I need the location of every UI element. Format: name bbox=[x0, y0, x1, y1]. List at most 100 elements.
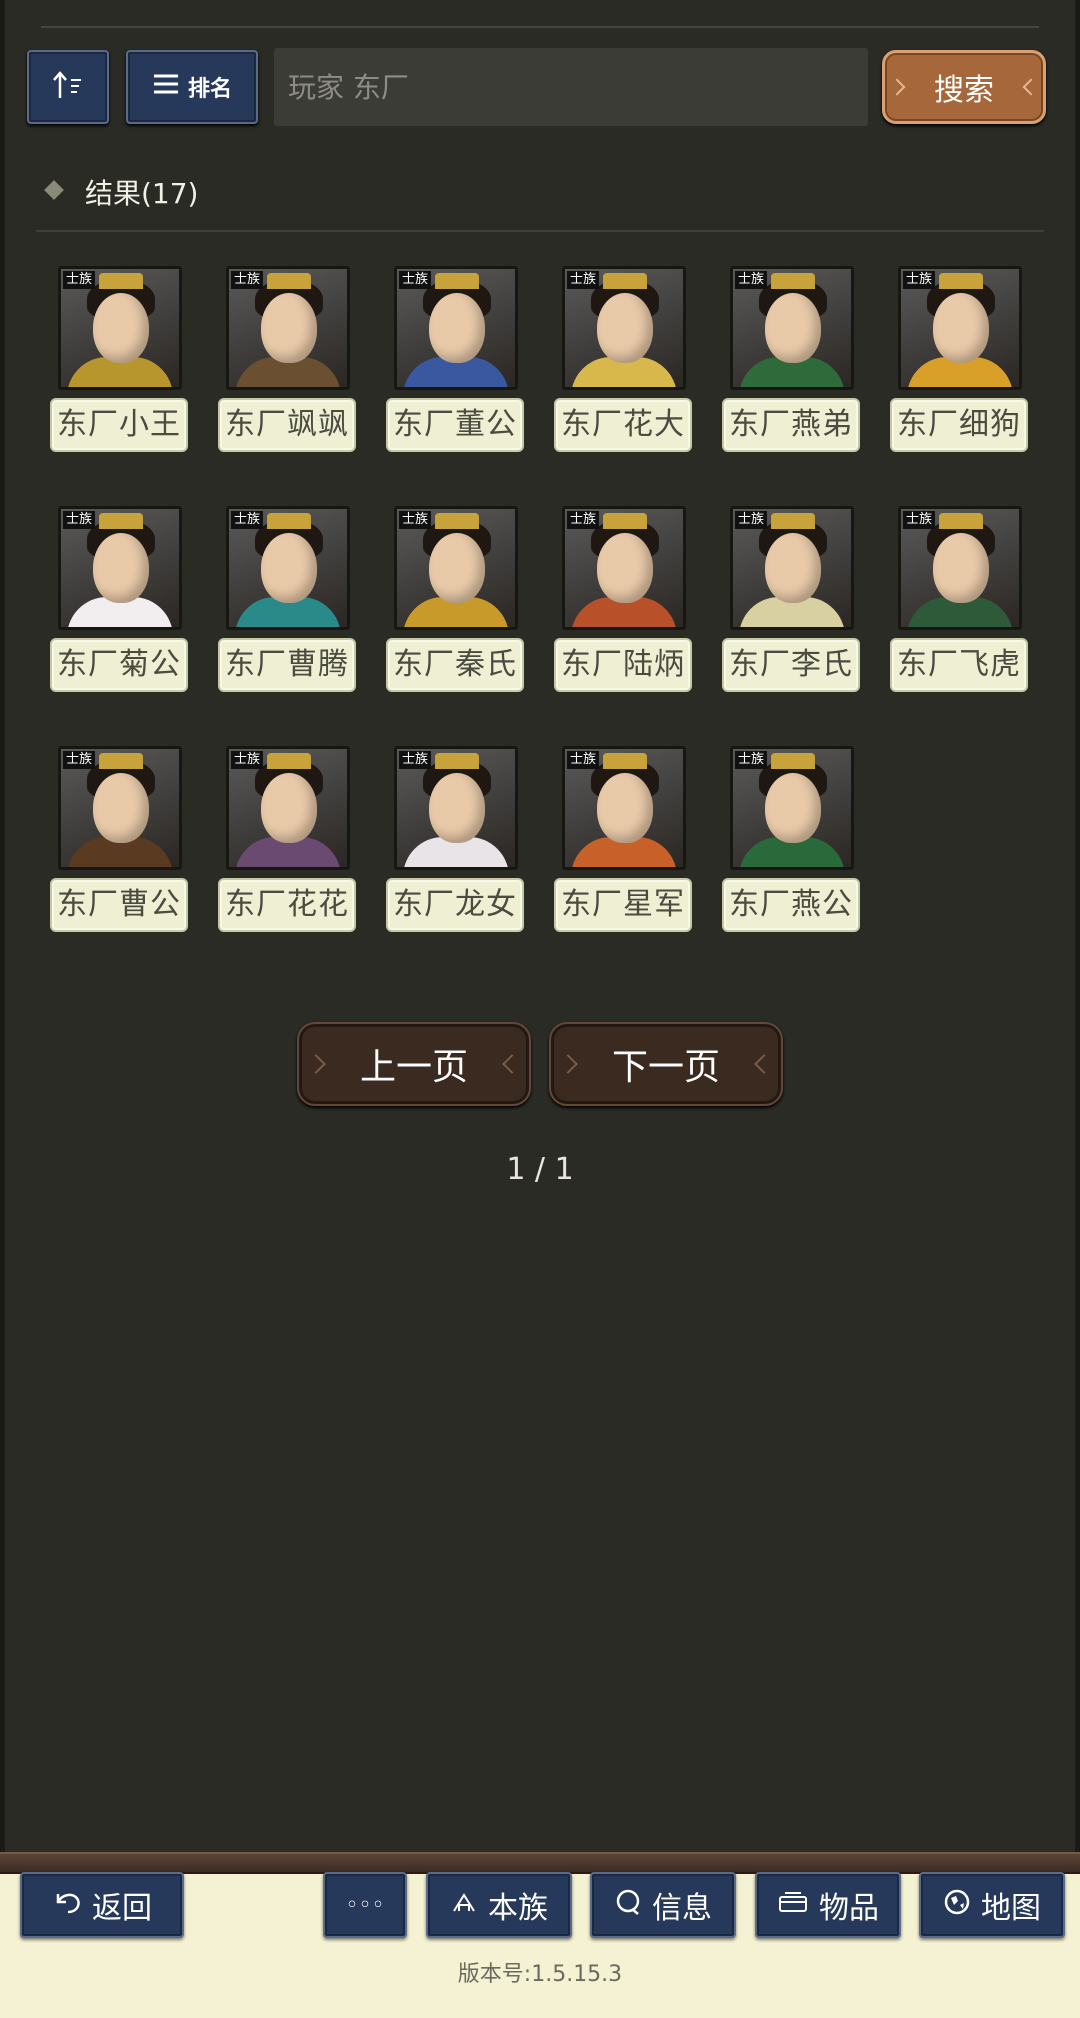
player-name[interactable]: 东厂曹腾 bbox=[218, 638, 356, 692]
player-name[interactable]: 东厂董公 bbox=[386, 398, 524, 452]
results-divider bbox=[36, 230, 1044, 232]
portrait-headdress bbox=[267, 513, 311, 529]
player-name[interactable]: 东厂秦氏 bbox=[386, 638, 524, 692]
player-portrait[interactable]: 士族 bbox=[562, 506, 686, 630]
player-name[interactable]: 东厂星军 bbox=[554, 878, 692, 932]
back-label: 返回 bbox=[92, 1891, 152, 1926]
player-portrait[interactable]: 士族 bbox=[58, 746, 182, 870]
player-name[interactable]: 东厂曹公 bbox=[50, 878, 188, 932]
portrait-face bbox=[261, 533, 317, 603]
player-card[interactable]: 士族 东厂菊公 bbox=[50, 506, 188, 692]
player-card[interactable]: 士族 东厂曹腾 bbox=[218, 506, 356, 692]
clan-icon bbox=[450, 1889, 478, 1922]
more-dots-icon: ◦◦◦ bbox=[345, 1892, 385, 1918]
player-card[interactable]: 士族 东厂小王 bbox=[50, 266, 188, 452]
player-portrait[interactable]: 士族 bbox=[226, 746, 350, 870]
clan-tag: 士族 bbox=[735, 271, 768, 289]
portrait-face bbox=[597, 773, 653, 843]
player-portrait[interactable]: 士族 bbox=[898, 266, 1022, 390]
portrait-headdress bbox=[771, 753, 815, 769]
portrait-face bbox=[597, 293, 653, 363]
info-label: 信息 bbox=[652, 1891, 712, 1926]
player-card[interactable]: 士族 东厂飒飒 bbox=[218, 266, 356, 452]
ornament-icon bbox=[502, 1054, 522, 1074]
player-portrait[interactable]: 士族 bbox=[226, 506, 350, 630]
player-portrait[interactable]: 士族 bbox=[394, 506, 518, 630]
player-name[interactable]: 东厂燕弟 bbox=[722, 398, 860, 452]
portrait-headdress bbox=[267, 753, 311, 769]
player-card[interactable]: 士族 东厂花大 bbox=[554, 266, 692, 452]
items-label: 物品 bbox=[819, 1891, 879, 1926]
clan-button[interactable]: 本族 bbox=[426, 1872, 572, 1938]
portrait-face bbox=[261, 773, 317, 843]
player-card[interactable]: 士族 东厂陆炳 bbox=[554, 506, 692, 692]
player-name[interactable]: 东厂细狗 bbox=[890, 398, 1028, 452]
player-name[interactable]: 东厂龙女 bbox=[386, 878, 524, 932]
player-name[interactable]: 东厂李氏 bbox=[722, 638, 860, 692]
portrait-face bbox=[429, 533, 485, 603]
player-portrait[interactable]: 士族 bbox=[730, 746, 854, 870]
player-portrait[interactable]: 士族 bbox=[394, 266, 518, 390]
results-count: 结果(17) bbox=[85, 177, 199, 210]
player-portrait[interactable]: 士族 bbox=[562, 266, 686, 390]
player-name[interactable]: 东厂花花 bbox=[218, 878, 356, 932]
rank-button[interactable]: 排名 bbox=[126, 50, 258, 124]
player-name[interactable]: 东厂飞虎 bbox=[890, 638, 1028, 692]
map-button[interactable]: 地图 bbox=[919, 1872, 1065, 1938]
player-portrait[interactable]: 士族 bbox=[898, 506, 1022, 630]
search-input[interactable] bbox=[274, 48, 868, 126]
portrait-face bbox=[765, 293, 821, 363]
portrait-headdress bbox=[603, 753, 647, 769]
player-card[interactable]: 士族东厂飞虎 bbox=[890, 506, 1028, 692]
items-button[interactable]: 物品 bbox=[755, 1872, 901, 1938]
portrait-headdress bbox=[771, 513, 815, 529]
player-portrait[interactable]: 士族 bbox=[58, 506, 182, 630]
player-portrait[interactable]: 士族 bbox=[730, 266, 854, 390]
clan-tag: 士族 bbox=[567, 751, 600, 769]
player-card[interactable]: 士族东厂燕弟 bbox=[722, 266, 860, 452]
player-card[interactable]: 士族 东厂细狗 bbox=[890, 266, 1028, 452]
player-portrait[interactable]: 士族 bbox=[58, 266, 182, 390]
portrait-headdress bbox=[939, 273, 983, 289]
portrait-face bbox=[765, 773, 821, 843]
ornament-icon bbox=[306, 1054, 326, 1074]
portrait-face bbox=[93, 293, 149, 363]
player-name[interactable]: 东厂花大 bbox=[554, 398, 692, 452]
player-card[interactable]: 士族 东厂龙女 bbox=[386, 746, 524, 932]
clan-tag: 士族 bbox=[903, 511, 936, 529]
player-name[interactable]: 东厂菊公 bbox=[50, 638, 188, 692]
player-portrait[interactable]: 士族 bbox=[394, 746, 518, 870]
clan-tag: 士族 bbox=[399, 271, 432, 289]
player-portrait[interactable]: 士族 bbox=[562, 746, 686, 870]
portrait-face bbox=[93, 533, 149, 603]
player-card[interactable]: 士族东厂星军 bbox=[554, 746, 692, 932]
clan-tag: 士族 bbox=[63, 751, 96, 769]
portrait-headdress bbox=[435, 273, 479, 289]
back-button[interactable]: 返回 bbox=[20, 1872, 184, 1938]
player-card[interactable]: 士族东厂燕公 bbox=[722, 746, 860, 932]
player-card[interactable]: 士族东厂曹公 bbox=[50, 746, 188, 932]
items-chest-icon bbox=[777, 1889, 809, 1922]
player-portrait[interactable]: 士族 bbox=[730, 506, 854, 630]
player-portrait[interactable]: 士族 bbox=[226, 266, 350, 390]
player-card[interactable]: 士族 东厂花花 bbox=[218, 746, 356, 932]
search-button[interactable]: 搜索 bbox=[882, 50, 1046, 124]
more-button[interactable]: ◦◦◦ bbox=[323, 1872, 407, 1938]
top-divider bbox=[41, 26, 1039, 28]
portrait-headdress bbox=[99, 273, 143, 289]
player-name[interactable]: 东厂陆炳 bbox=[554, 638, 692, 692]
portrait-headdress bbox=[771, 273, 815, 289]
player-card[interactable]: 士族东厂董公 bbox=[386, 266, 524, 452]
next-page-button[interactable]: 下一页 bbox=[549, 1022, 783, 1106]
clan-tag: 士族 bbox=[735, 751, 768, 769]
player-name[interactable]: 东厂燕公 bbox=[722, 878, 860, 932]
portrait-face bbox=[429, 293, 485, 363]
prev-page-button[interactable]: 上一页 bbox=[297, 1022, 531, 1106]
player-card[interactable]: 士族 东厂李氏 bbox=[722, 506, 860, 692]
sort-button[interactable] bbox=[27, 50, 109, 124]
ornament-icon bbox=[888, 78, 906, 96]
info-button[interactable]: 信息 bbox=[590, 1872, 736, 1938]
player-name[interactable]: 东厂小王 bbox=[50, 398, 188, 452]
player-card[interactable]: 士族 东厂秦氏 bbox=[386, 506, 524, 692]
player-name[interactable]: 东厂飒飒 bbox=[218, 398, 356, 452]
